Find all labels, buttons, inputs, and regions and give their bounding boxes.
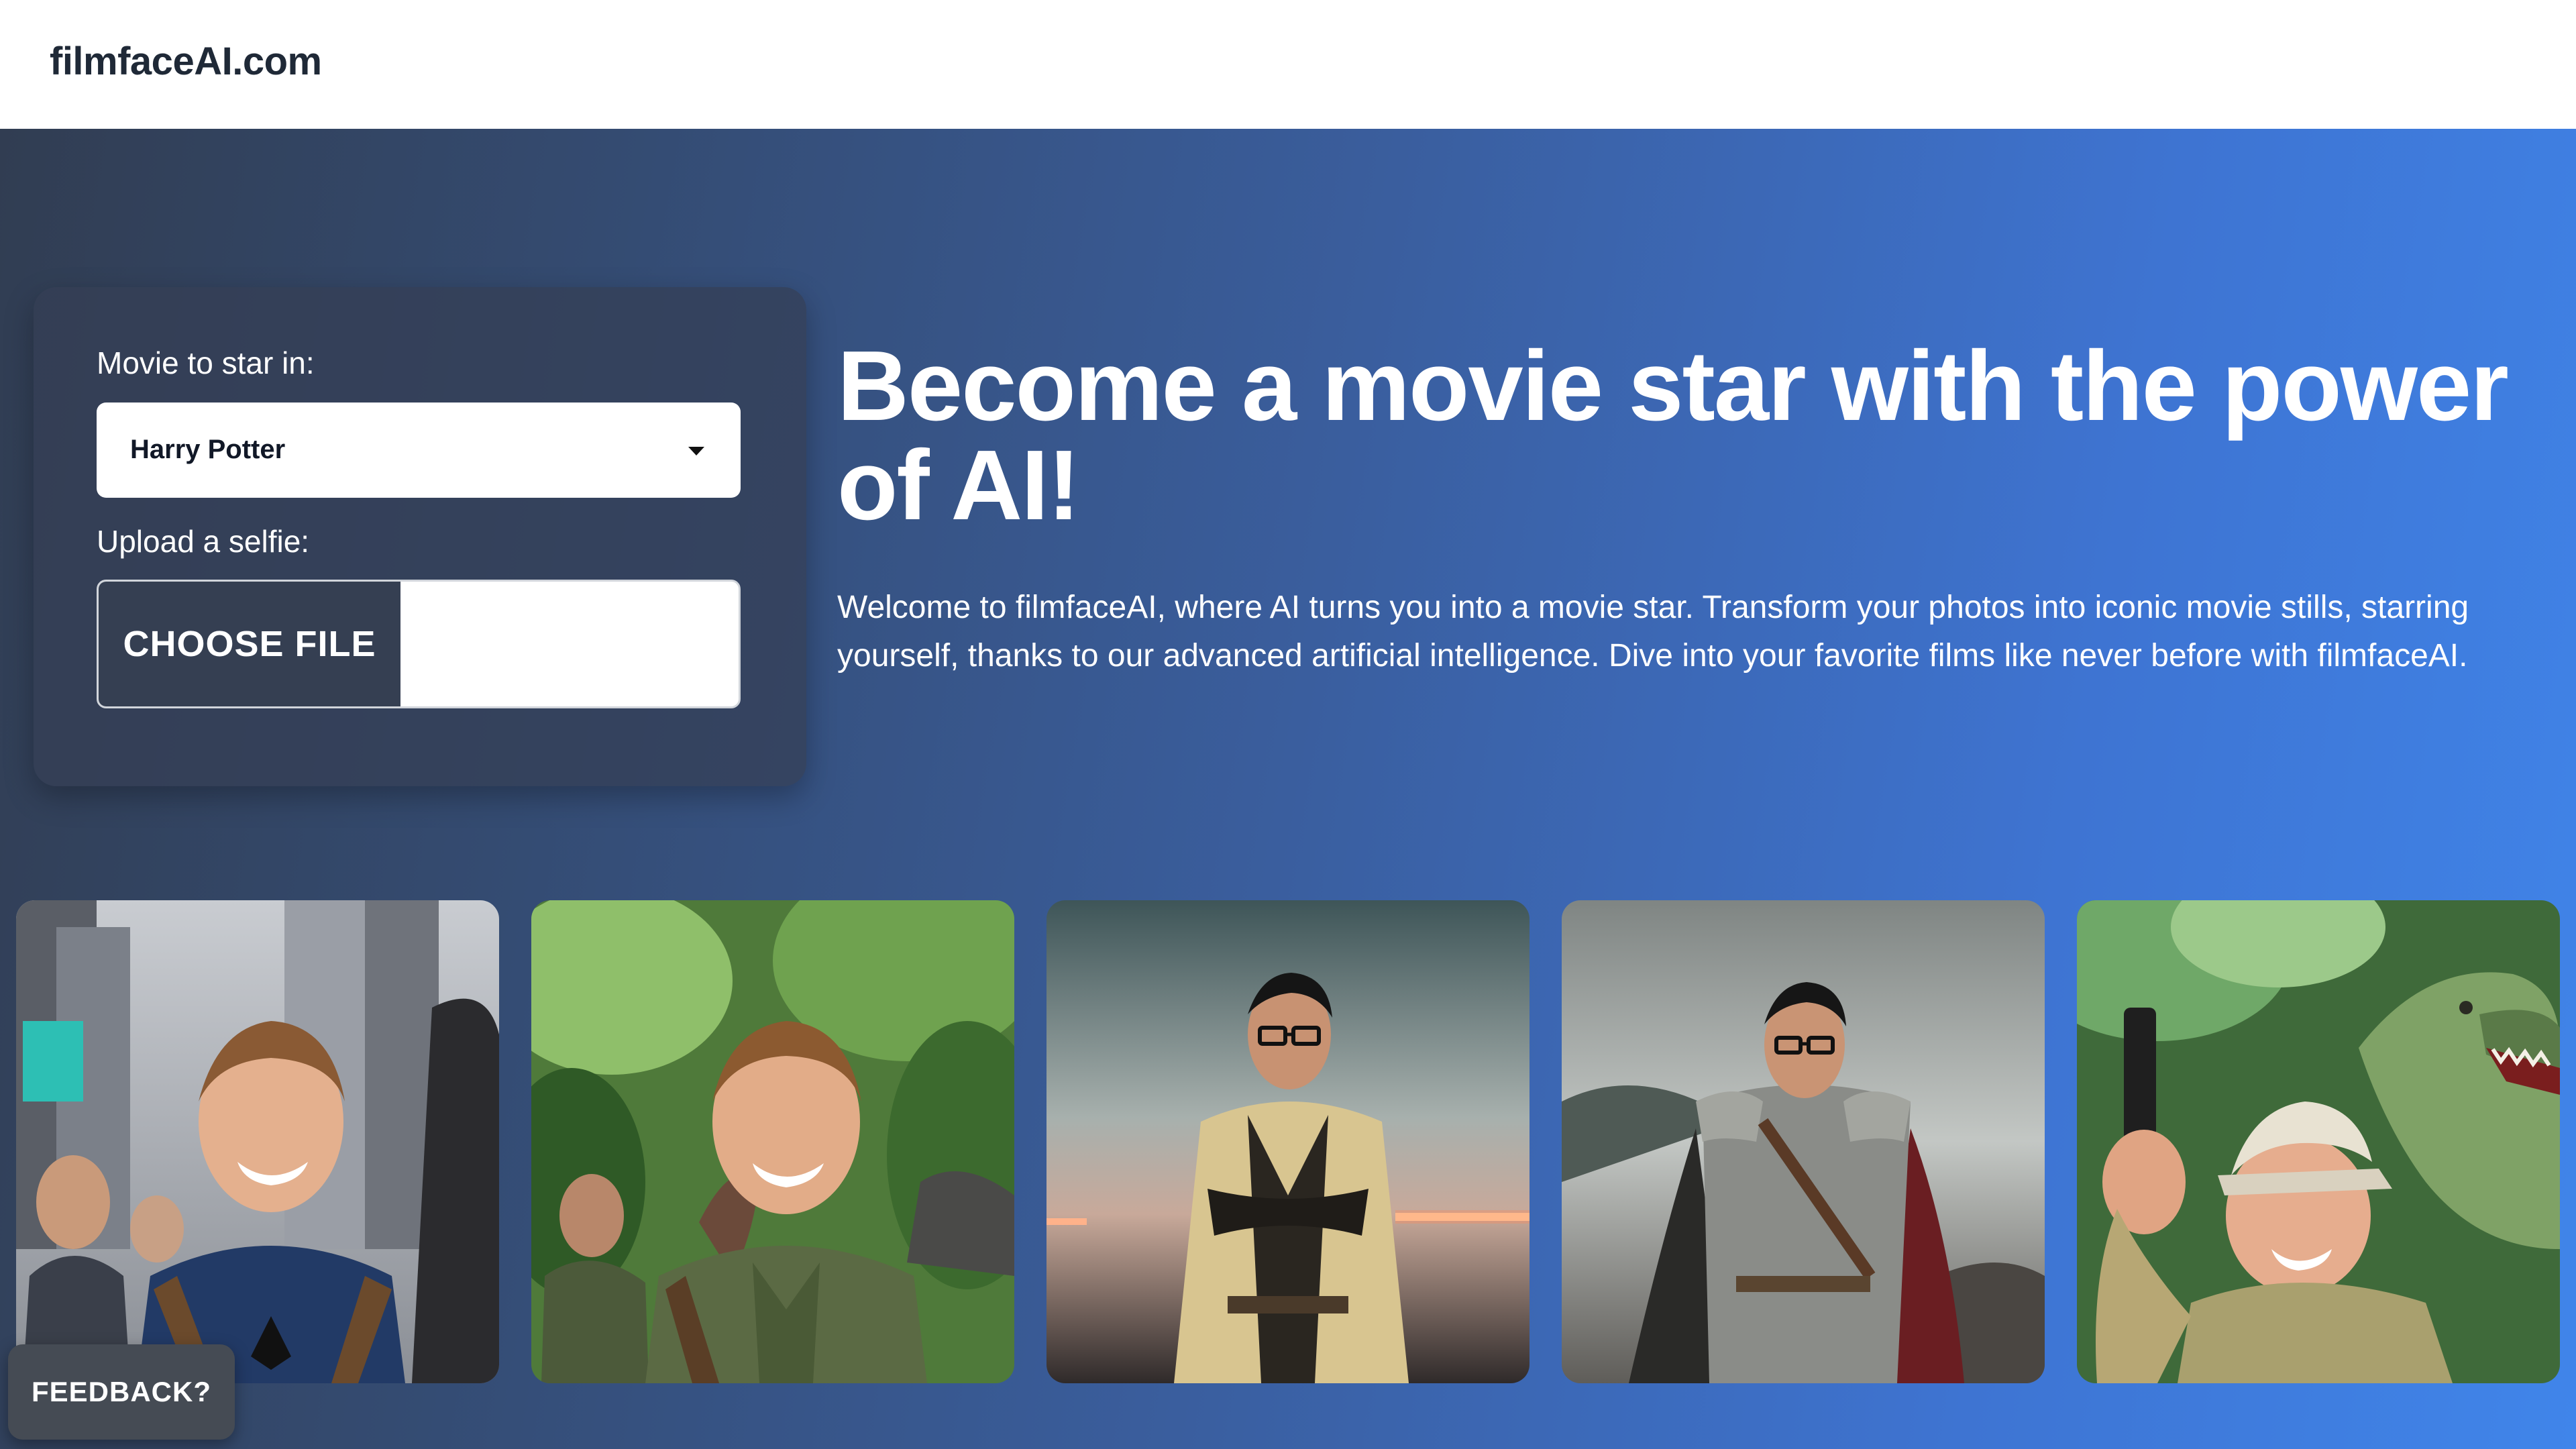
example-gallery [16,900,2560,1383]
jedi-lightsaber-image [1046,900,1529,1383]
dinosaur-hunter-photo [2077,900,2560,1383]
selfie-file-input[interactable]: CHOOSE FILE [97,580,741,708]
caret-down-icon [688,447,704,455]
jungle-explorer-photo [531,900,1014,1383]
site-header: filmfaceAI.com [0,0,2576,129]
hero-section: Movie to star in: Harry Potter Upload a … [0,129,2576,1449]
spider-suit-city-photo [16,900,499,1383]
feedback-button[interactable]: FEEDBACK? [8,1344,235,1440]
hero-intro-text: Welcome to filmfaceAI, where AI turns yo… [837,590,2469,674]
selfie-upload-label: Upload a selfie: [97,524,310,559]
armored-knight-image [1562,900,2045,1383]
hero-headline: Become a movie star with the power of AI… [837,331,2509,541]
movie-select[interactable]: Harry Potter [97,402,741,498]
movie-select-value: Harry Potter [130,435,286,464]
spider-suit-city-image [16,900,499,1383]
dinosaur-hunter-image [2077,900,2560,1383]
site-logo-link[interactable]: filmfaceAI.com [50,39,322,84]
upload-form-card: Movie to star in: Harry Potter Upload a … [34,287,806,786]
jungle-explorer-image [531,900,1014,1383]
jedi-lightsaber-photo [1046,900,1529,1383]
choose-file-button[interactable]: CHOOSE FILE [99,582,400,706]
movie-select-label: Movie to star in: [97,345,315,380]
armored-knight-photo [1562,900,2045,1383]
